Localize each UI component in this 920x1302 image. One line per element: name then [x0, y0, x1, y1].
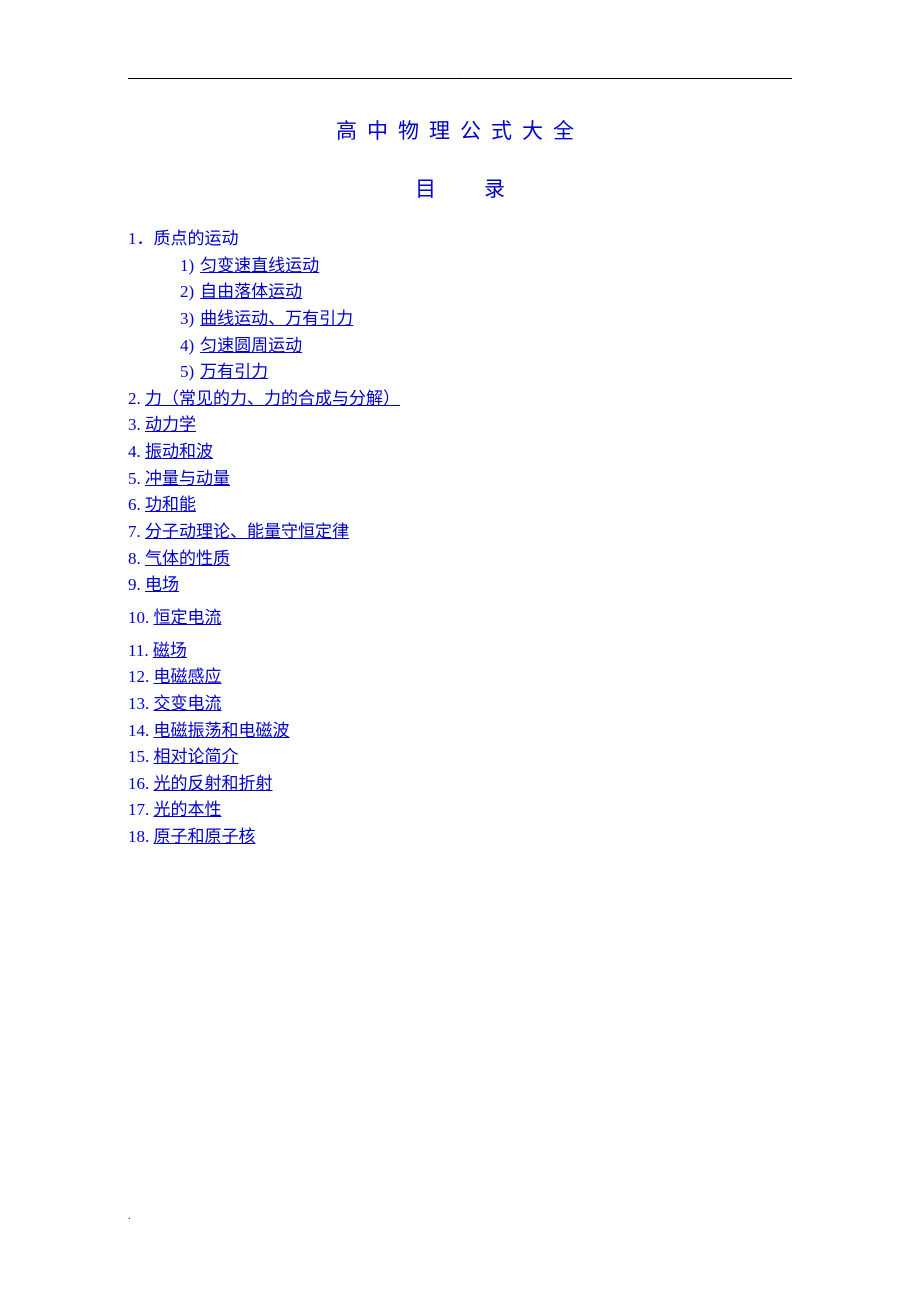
- toc-section: 2. 力（常见的力、力的合成与分解）: [128, 387, 792, 412]
- toc-section-number: 5.: [128, 469, 141, 488]
- toc-link-atom[interactable]: 原子和原子核: [154, 827, 256, 846]
- toc-link-dc-current[interactable]: 恒定电流: [154, 608, 222, 627]
- toc-section: 12. 电磁感应: [128, 665, 792, 690]
- toc-link-em-oscillation[interactable]: 电磁振荡和电磁波: [154, 721, 290, 740]
- toc-link-gas[interactable]: 气体的性质: [145, 549, 230, 568]
- toc-subitem: 4) 匀速圆周运动: [180, 334, 792, 359]
- toc-link-dynamics[interactable]: 动力学: [145, 415, 196, 434]
- toc-section-number: 9.: [128, 575, 141, 594]
- toc-link-impulse[interactable]: 冲量与动量: [145, 469, 230, 488]
- toc-link-light-nature[interactable]: 光的本性: [154, 800, 222, 819]
- page-content: . 高中物理公式大全 目录 1．质点的运动 1)匀变速直线运动 2)自由落体运动…: [0, 0, 920, 850]
- toc-subitem-number: 3): [180, 309, 194, 328]
- toc-link-electric-field[interactable]: 电场: [145, 575, 179, 594]
- toc-section: 9. 电场: [128, 573, 792, 598]
- toc-link-gravitation[interactable]: 万有引力: [200, 362, 268, 381]
- toc-link-circular[interactable]: 匀速圆周运动: [200, 336, 302, 355]
- toc-section: 17. 光的本性: [128, 798, 792, 823]
- toc-section-number: 17.: [128, 800, 149, 819]
- toc-link-free-fall[interactable]: 自由落体运动: [200, 282, 302, 301]
- toc-section: 4. 振动和波: [128, 440, 792, 465]
- toc-section-number: 7.: [128, 522, 141, 541]
- top-horizontal-rule: .: [128, 78, 792, 79]
- toc-subitem: 5) 万有引力: [180, 360, 792, 385]
- toc-section: 6. 功和能: [128, 493, 792, 518]
- toc-section-number: 8.: [128, 549, 141, 568]
- toc-heading-left: 目: [415, 177, 436, 201]
- toc-link-em-induction[interactable]: 电磁感应: [154, 667, 222, 686]
- toc-link-vibration[interactable]: 振动和波: [145, 442, 213, 461]
- toc-section-number: 12.: [128, 667, 149, 686]
- toc-section-number: 3.: [128, 415, 141, 434]
- toc-section-number: 11.: [128, 641, 149, 660]
- toc-subitem-number: 5): [180, 362, 194, 381]
- toc-link-reflection[interactable]: 光的反射和折射: [154, 774, 273, 793]
- toc-section: 13. 交变电流: [128, 692, 792, 717]
- toc-heading-right: 录: [484, 177, 505, 201]
- toc-section: 14. 电磁振荡和电磁波: [128, 719, 792, 744]
- toc-section-number: 15.: [128, 747, 149, 766]
- toc-section: 10. 恒定电流: [128, 606, 792, 631]
- toc-link-work-energy[interactable]: 功和能: [145, 495, 196, 514]
- toc-link-curvilinear[interactable]: 曲线运动、万有引力: [200, 309, 353, 328]
- toc-subitem-number: 1): [180, 256, 194, 275]
- toc-section: 11. 磁场: [128, 639, 792, 664]
- toc-subitem-number: 4): [180, 336, 194, 355]
- toc-subitem: 3) 曲线运动、万有引力: [180, 307, 792, 332]
- toc-link-relativity[interactable]: 相对论简介: [154, 747, 239, 766]
- toc-section-number: 1．: [128, 229, 154, 248]
- toc-section-number: 16.: [128, 774, 149, 793]
- toc-section-number: 2.: [128, 389, 141, 408]
- toc-sublist: 1)匀变速直线运动 2)自由落体运动 3)曲线运动、万有引力 4)匀速圆周运动 …: [128, 254, 792, 385]
- toc-section-number: 4.: [128, 442, 141, 461]
- toc-section-label: 质点的运动: [154, 229, 239, 248]
- toc-section: 8. 气体的性质: [128, 547, 792, 572]
- toc-section-number: 10.: [128, 608, 149, 627]
- toc-section-number: 18.: [128, 827, 149, 846]
- toc-link-force[interactable]: 力（常见的力、力的合成与分解）: [145, 389, 400, 408]
- toc-section-1: 1．质点的运动: [128, 227, 792, 252]
- toc-section: 5. 冲量与动量: [128, 467, 792, 492]
- toc-link-molecular[interactable]: 分子动理论、能量守恒定律: [145, 522, 349, 541]
- toc-link-magnetic-field[interactable]: 磁场: [153, 641, 187, 660]
- toc-subitem-number: 2): [180, 282, 194, 301]
- toc-section-number: 13.: [128, 694, 149, 713]
- toc-heading: 目录: [128, 173, 792, 203]
- top-dot-marker: .: [459, 71, 462, 82]
- toc-section: 7. 分子动理论、能量守恒定律: [128, 520, 792, 545]
- toc-section: 16. 光的反射和折射: [128, 772, 792, 797]
- toc-link-uniform-linear[interactable]: 匀变速直线运动: [200, 256, 319, 275]
- toc-subitem: 2) 自由落体运动: [180, 280, 792, 305]
- toc-section: 15. 相对论简介: [128, 745, 792, 770]
- toc-section: 3. 动力学: [128, 413, 792, 438]
- table-of-contents: 1．质点的运动 1) 匀变速直线运动 2) 自由落体运动 3) 曲线运动、万有引力 4…: [128, 227, 792, 850]
- toc-link-ac-current[interactable]: 交变电流: [154, 694, 222, 713]
- toc-section-number: 6.: [128, 495, 141, 514]
- toc-section: 18. 原子和原子核: [128, 825, 792, 850]
- document-title: 高中物理公式大全: [128, 115, 792, 145]
- footer-dot-marker: .: [128, 1211, 131, 1222]
- toc-subitem: 1) 匀变速直线运动: [180, 254, 792, 279]
- toc-section-number: 14.: [128, 721, 149, 740]
